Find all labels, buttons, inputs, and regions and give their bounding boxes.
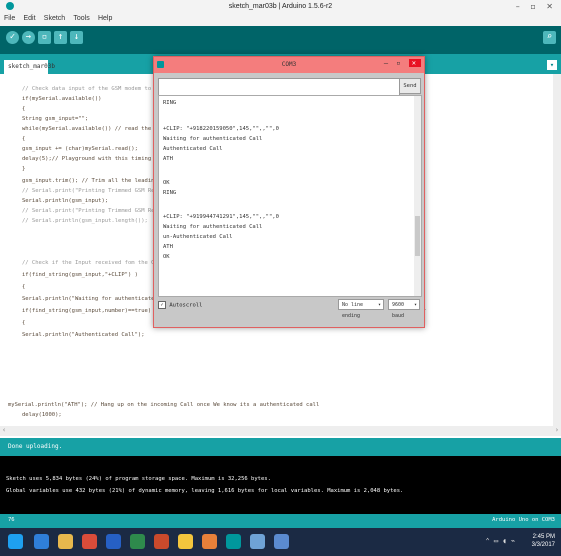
code-line: Serial.println("Authenticated Call"); bbox=[22, 332, 145, 338]
app-icon[interactable] bbox=[274, 534, 289, 549]
code-line: mySerial.println("ATH"); // Hang up on t… bbox=[8, 402, 320, 408]
serial-monitor-button[interactable]: ⌕ bbox=[543, 31, 556, 44]
code-line: String gsm_input=""; bbox=[22, 116, 89, 122]
menu-file[interactable]: File bbox=[4, 15, 15, 22]
code-line: delay(5);// Playground with this timing … bbox=[22, 156, 162, 162]
serial-output-line: ATH bbox=[163, 244, 173, 250]
close-icon[interactable]: ✕ bbox=[408, 59, 421, 67]
line-number: 76 bbox=[8, 517, 15, 523]
serial-output-line: Authenticated Call bbox=[163, 146, 223, 152]
tab-sketch[interactable]: sketch_mar03b bbox=[4, 60, 55, 74]
autoscroll-option[interactable]: ✓ Autoscroll bbox=[158, 301, 202, 309]
app-icon[interactable] bbox=[250, 534, 265, 549]
window-titlebar: sketch_mar03b | Arduino 1.5.6-r2 – ▫ ✕ bbox=[0, 0, 561, 14]
editor-footer: 76 Arduino Uno on COM3 bbox=[0, 514, 561, 528]
code-line: { bbox=[22, 284, 26, 290]
scrollbar-thumb[interactable] bbox=[415, 216, 420, 256]
chevron-down-icon: ▾ bbox=[377, 302, 381, 308]
menubar: File Edit Sketch Tools Help bbox=[0, 14, 561, 26]
window-controls[interactable]: – ▫ ✕ bbox=[516, 2, 557, 11]
code-line: while(mySerial.available()) // read the … bbox=[22, 126, 168, 132]
clock-date: 3/3/2017 bbox=[531, 542, 555, 548]
file-explorer-icon[interactable] bbox=[58, 534, 73, 549]
status-bar: Done uploading. bbox=[0, 438, 561, 456]
clock-time: 2:45 PM bbox=[532, 534, 555, 540]
code-line: delay(1000); bbox=[22, 412, 62, 418]
serial-monitor-titlebar: COM3 – ▫ ✕ bbox=[154, 57, 424, 73]
autoscroll-checkbox[interactable]: ✓ bbox=[158, 301, 166, 309]
code-line: Serial.println("Waiting for authenticate… bbox=[22, 296, 165, 302]
code-line: } bbox=[22, 166, 26, 172]
code-line: Serial.println(gsm_input); bbox=[22, 198, 109, 204]
serial-output-line: +CLIP: "+919944741291",145,"",,"",0 bbox=[163, 214, 279, 220]
baud-rate-value: 9600 baud bbox=[392, 302, 405, 319]
status-message: Done uploading. bbox=[8, 443, 63, 450]
windows-start-icon[interactable] bbox=[8, 534, 23, 549]
console-line: Sketch uses 5,834 bytes (24%) of program… bbox=[6, 476, 271, 482]
code-line: { bbox=[22, 136, 26, 142]
code-line: if(mySerial.available()) bbox=[22, 96, 102, 102]
console-line: Global variables use 432 bytes (21%) of … bbox=[6, 488, 404, 494]
menu-sketch[interactable]: Sketch bbox=[44, 15, 65, 22]
app-icon[interactable] bbox=[82, 534, 97, 549]
serial-output-line: un-Authenticated Call bbox=[163, 234, 233, 240]
clock[interactable]: 2:45 PM 3/3/2017 bbox=[532, 533, 555, 549]
upload-button[interactable]: → bbox=[22, 31, 35, 44]
system-tray-icons[interactable]: ⌃ ▭ ◖ ⌁ bbox=[485, 537, 515, 545]
serial-output-line: OK bbox=[163, 254, 170, 260]
code-line: if(find_string(gsm_input,"+CLIP") ) bbox=[22, 272, 138, 278]
powerpoint-icon[interactable] bbox=[154, 534, 169, 549]
serial-output-line: RING bbox=[163, 100, 177, 106]
code-line: // Serial.println(gsm_input.length()); bbox=[22, 218, 148, 224]
arduino-taskbar-icon[interactable] bbox=[226, 534, 241, 549]
code-line: // Serial.print("Printing Trimmed GSM Re… bbox=[22, 208, 175, 214]
verify-button[interactable]: ✓ bbox=[6, 31, 19, 44]
serial-output-line: ATH bbox=[163, 156, 173, 162]
serial-output-scrollbar[interactable] bbox=[414, 96, 421, 296]
board-port-label: Arduino Uno on COM3 bbox=[492, 517, 555, 523]
open-button[interactable]: ↑ bbox=[54, 31, 67, 44]
baud-rate-select[interactable]: 9600 baud ▾ bbox=[388, 299, 420, 319]
code-line: // Check if the Input received fom the G… bbox=[22, 260, 172, 266]
serial-output-line: +CLIP: "+918220159050",145,"",,"",0 bbox=[163, 126, 279, 132]
toolbar: ✓ → ▫ ↑ ↓ ⌕ bbox=[0, 26, 561, 54]
windows-taskbar: ⌃ ▭ ◖ ⌁ 2:45 PM 3/3/2017 bbox=[0, 528, 561, 556]
word-icon[interactable] bbox=[106, 534, 121, 549]
menu-tools[interactable]: Tools bbox=[73, 15, 89, 22]
tab-menu-arrow-icon[interactable]: ▾ bbox=[547, 60, 557, 70]
serial-output-line: RING bbox=[163, 190, 177, 196]
app-icon[interactable] bbox=[202, 534, 217, 549]
autoscroll-label: Autoscroll bbox=[169, 302, 203, 309]
scroll-right-icon[interactable]: › bbox=[555, 426, 559, 434]
editor-vertical-scrollbar[interactable] bbox=[553, 74, 561, 426]
serial-input-field[interactable] bbox=[158, 78, 400, 96]
send-button[interactable]: Send bbox=[399, 78, 421, 94]
scroll-left-icon[interactable]: ‹ bbox=[2, 426, 6, 434]
chrome-icon[interactable] bbox=[178, 534, 193, 549]
save-button[interactable]: ↓ bbox=[70, 31, 83, 44]
line-ending-value: No line ending bbox=[342, 302, 364, 319]
chevron-down-icon: ▾ bbox=[413, 302, 417, 308]
excel-icon[interactable] bbox=[130, 534, 145, 549]
serial-monitor-controls[interactable]: – ▫ ✕ bbox=[384, 59, 421, 67]
output-console: Sketch uses 5,834 bytes (24%) of program… bbox=[0, 456, 561, 514]
serial-output-line: Waiting for authenticated Call bbox=[163, 136, 263, 142]
window-title: sketch_mar03b | Arduino 1.5.6-r2 bbox=[228, 3, 333, 10]
editor-horizontal-scrollbar[interactable]: ‹ › bbox=[0, 426, 561, 436]
code-line: gsm_input += (char)mySerial.read(); bbox=[22, 146, 138, 152]
serial-monitor-window: COM3 – ▫ ✕ Send RING +CLIP: "+9182201590… bbox=[153, 56, 425, 328]
code-line: gsm_input.trim(); // Trim all the leadin… bbox=[22, 178, 172, 184]
serial-output-area[interactable]: RING +CLIP: "+918220159050",145,"",,"",0… bbox=[158, 95, 422, 297]
serial-output-line: Waiting for authenticated Call bbox=[163, 224, 263, 230]
minimize-maximize-icons[interactable]: – ▫ bbox=[384, 59, 403, 67]
code-line: // Serial.print("Printing Trimmed GSM Re… bbox=[22, 188, 175, 194]
code-line: { bbox=[22, 106, 26, 112]
edge-icon[interactable] bbox=[34, 534, 49, 549]
new-button[interactable]: ▫ bbox=[38, 31, 51, 44]
code-line: { bbox=[22, 320, 26, 326]
serial-output-line: OK bbox=[163, 180, 170, 186]
menu-edit[interactable]: Edit bbox=[24, 15, 36, 22]
line-ending-select[interactable]: No line ending ▾ bbox=[338, 299, 384, 319]
menu-help[interactable]: Help bbox=[98, 15, 112, 22]
